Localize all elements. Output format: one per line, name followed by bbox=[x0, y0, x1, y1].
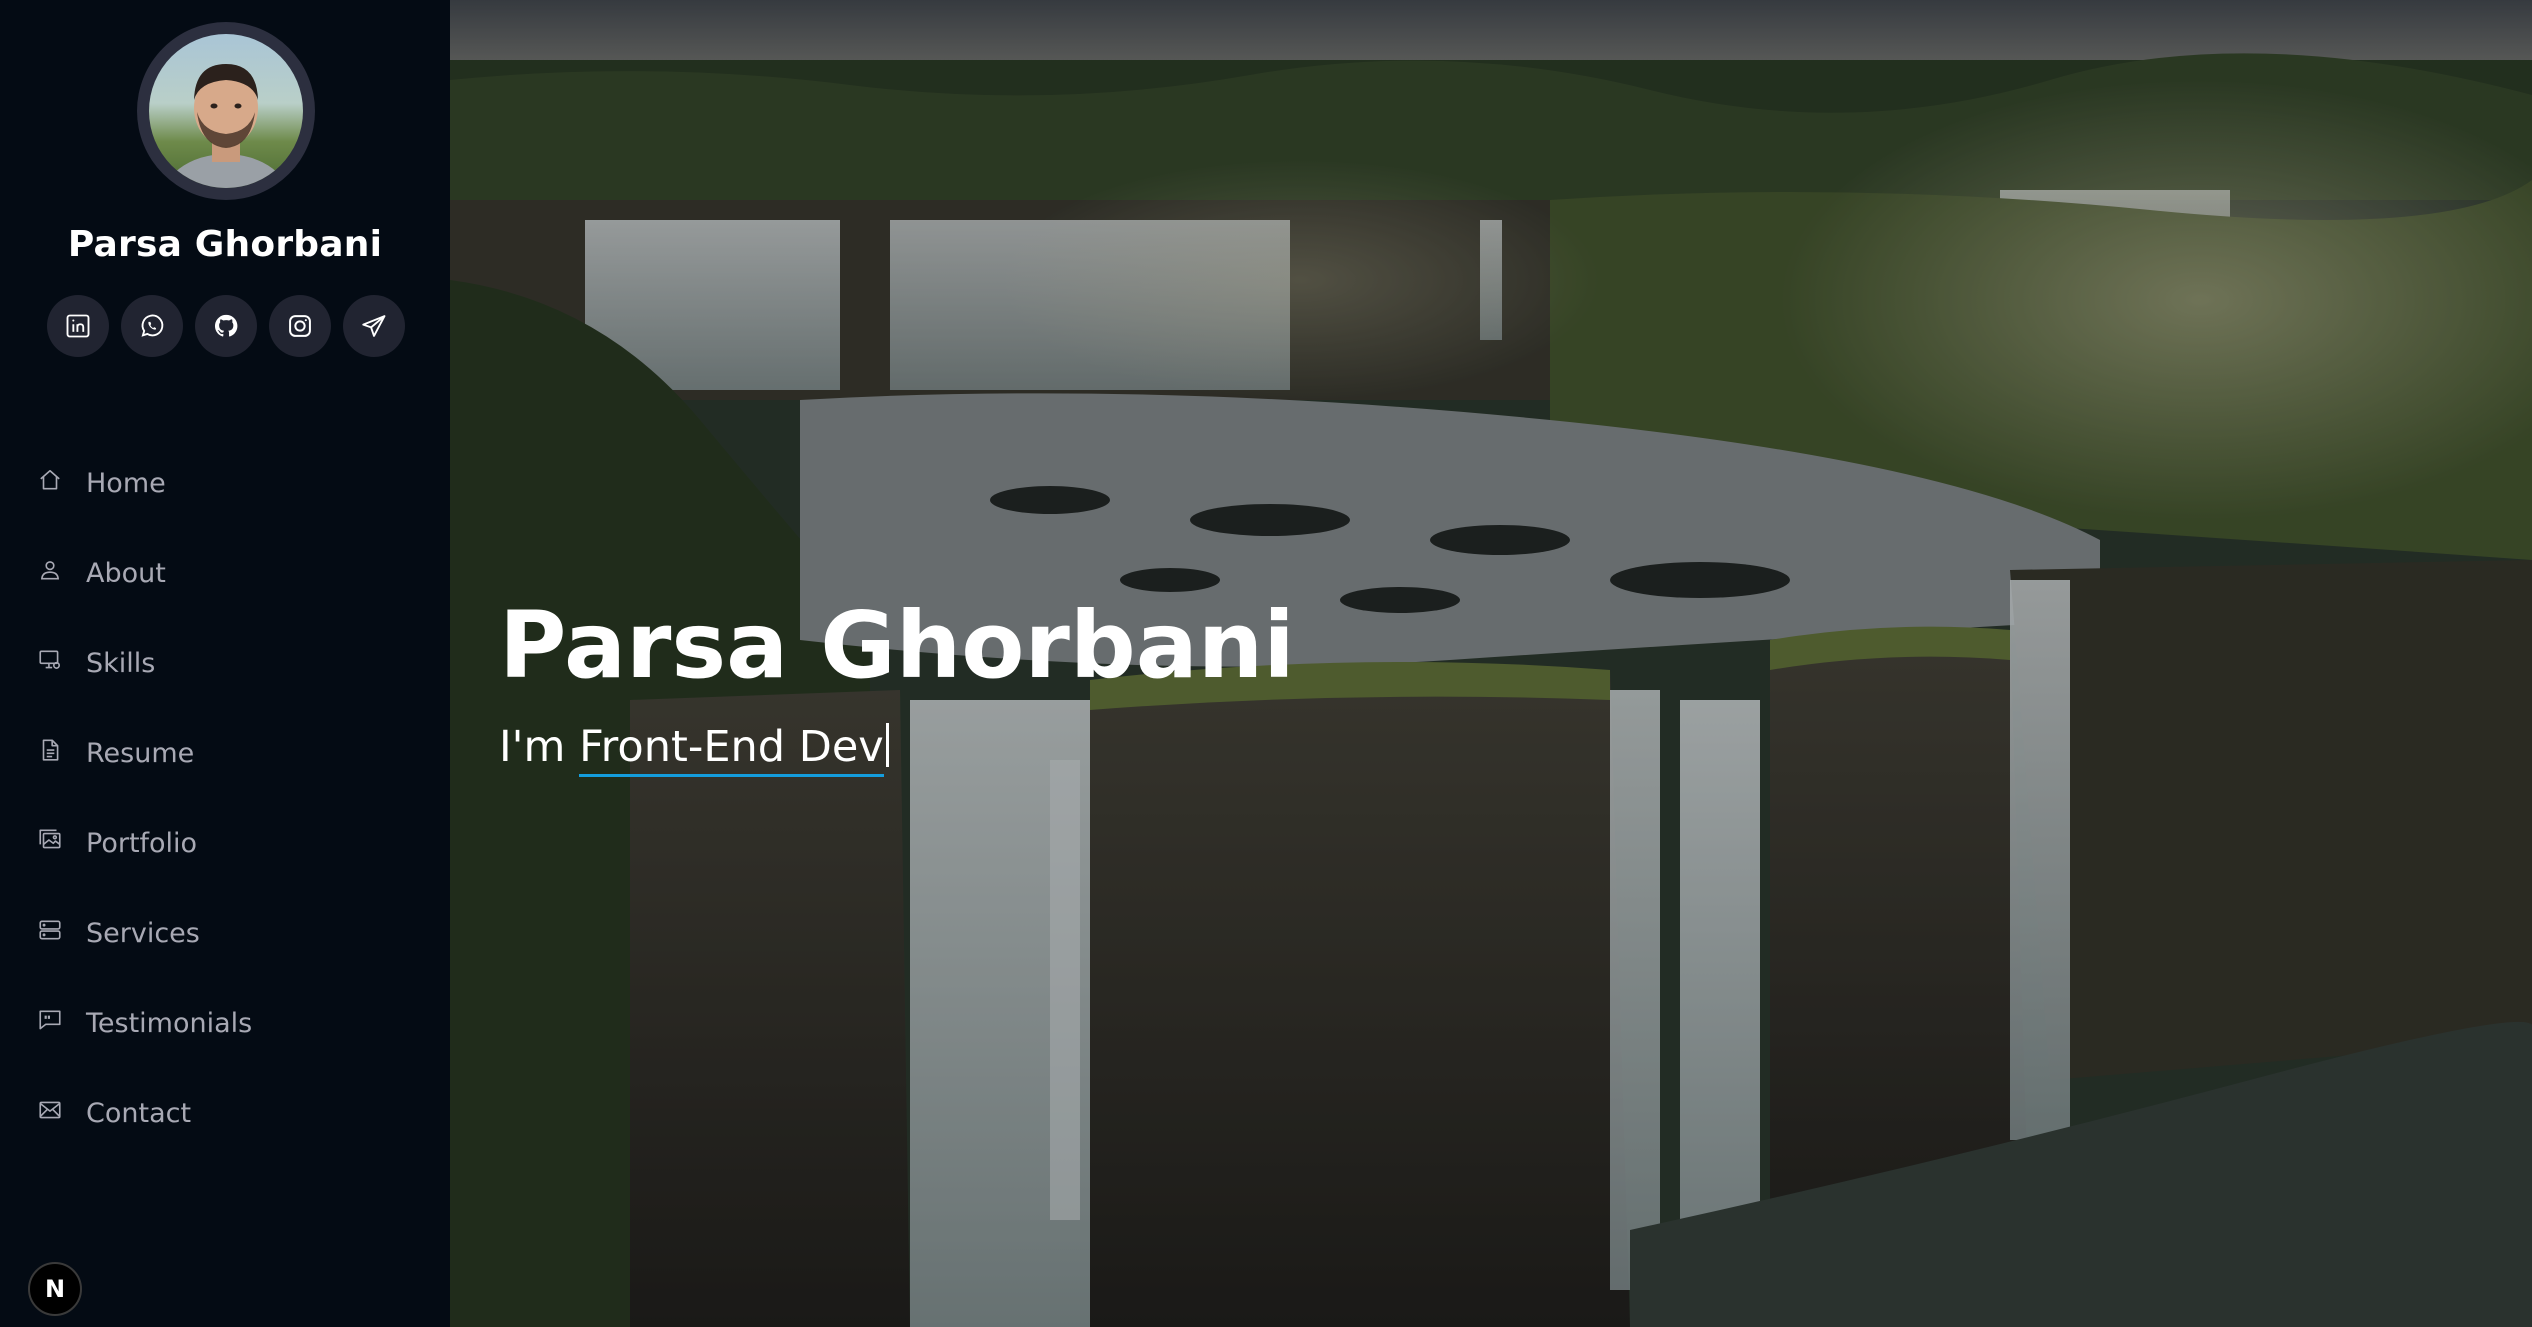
nav-label-contact: Contact bbox=[86, 1097, 192, 1129]
file-text-icon bbox=[36, 736, 64, 764]
images-icon bbox=[36, 826, 64, 854]
linkedin-link[interactable] bbox=[47, 295, 109, 357]
telegram-icon bbox=[362, 315, 386, 337]
hero-subtitle: I'm Front-End Dev bbox=[499, 722, 889, 777]
nav-label-testimonials: Testimonials bbox=[86, 1007, 253, 1039]
nav-label-resume: Resume bbox=[86, 737, 195, 769]
nav-label-about: About bbox=[86, 557, 166, 589]
whatsapp-link[interactable] bbox=[121, 295, 183, 357]
home-icon bbox=[36, 466, 64, 494]
profile-name: Parsa Ghorbani bbox=[67, 224, 383, 265]
nav-item-contact[interactable]: Contact bbox=[0, 1068, 450, 1158]
chat-quote-icon bbox=[36, 1006, 64, 1034]
hero-subtitle-prefix: I'm bbox=[499, 722, 580, 772]
hero-title: Parsa Ghorbani bbox=[499, 592, 1295, 699]
pc-display-icon bbox=[36, 646, 64, 674]
nav-label-home: Home bbox=[86, 467, 166, 499]
person-icon bbox=[36, 556, 64, 584]
nav-item-services[interactable]: Services bbox=[0, 888, 450, 978]
whatsapp-icon bbox=[141, 314, 164, 337]
nav-label-portfolio: Portfolio bbox=[86, 827, 198, 859]
nav-item-resume[interactable]: Resume bbox=[0, 708, 450, 798]
envelope-icon bbox=[36, 1096, 64, 1124]
nav-item-skills[interactable]: Skills bbox=[0, 618, 450, 708]
linkedin-icon bbox=[66, 314, 90, 338]
hero-section: Parsa Ghorbani I'm Front-End Dev bbox=[450, 0, 2532, 1327]
nav-label-skills: Skills bbox=[86, 647, 156, 679]
nav-item-testimonials[interactable]: Testimonials bbox=[0, 978, 450, 1068]
nav-label-services: Services bbox=[86, 917, 200, 949]
nav-item-portfolio[interactable]: Portfolio bbox=[0, 798, 450, 888]
github-link[interactable] bbox=[195, 295, 257, 357]
nextjs-dev-badge[interactable]: N bbox=[28, 1262, 82, 1316]
hdd-stack-icon bbox=[36, 916, 64, 944]
avatar bbox=[149, 34, 303, 188]
nav-menu: Home About Skills Resume Portfolio Servi… bbox=[0, 438, 450, 1158]
telegram-link[interactable] bbox=[343, 295, 405, 357]
profile-avatar-frame bbox=[137, 22, 315, 200]
social-links bbox=[47, 295, 405, 357]
nav-item-about[interactable]: About bbox=[0, 528, 450, 618]
instagram-icon bbox=[289, 315, 311, 337]
typed-text: Front-End Dev bbox=[579, 722, 884, 777]
github-icon bbox=[214, 314, 238, 337]
sidebar: Parsa Ghorbani Home About Skills Resume … bbox=[0, 0, 450, 1327]
nav-item-home[interactable]: Home bbox=[0, 438, 450, 528]
typing-cursor bbox=[885, 723, 889, 767]
instagram-link[interactable] bbox=[269, 295, 331, 357]
